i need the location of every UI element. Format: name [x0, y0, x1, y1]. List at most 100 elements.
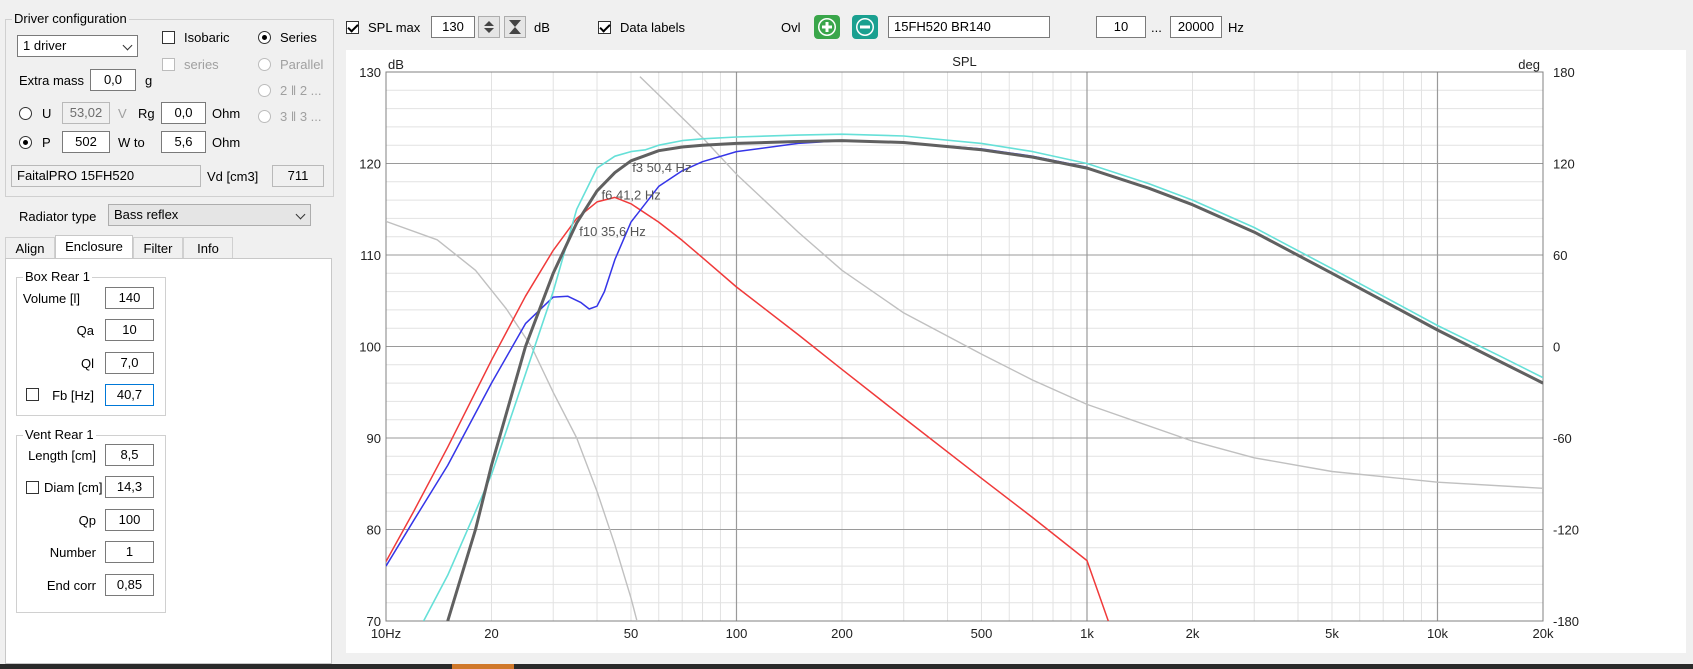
spl-max-checkbox[interactable]: [346, 21, 359, 34]
y-tick-label: 70: [367, 614, 381, 629]
vent-length-input[interactable]: 8,5: [105, 444, 154, 466]
freq-min-input[interactable]: 10: [1096, 16, 1146, 38]
x-tick-label: 2k: [1186, 626, 1200, 641]
option-3-radio[interactable]: [258, 110, 271, 123]
number-label: Number: [49, 545, 96, 560]
overlay-label: Ovl: [781, 20, 801, 35]
x-tick-label: 200: [831, 626, 853, 641]
x-tick-label: 5k: [1325, 626, 1339, 641]
qp-label: Qp: [78, 513, 96, 528]
fb-label: Fb [Hz]: [52, 388, 94, 403]
add-overlay-button[interactable]: [814, 15, 840, 39]
check-icon: [599, 21, 611, 33]
tab-align[interactable]: Align: [5, 237, 55, 259]
data-label: f6 41,2 Hz: [602, 188, 661, 203]
p-input[interactable]: 502: [62, 131, 110, 153]
chevron-down-icon: [295, 209, 306, 220]
y-tick-label: 80: [367, 523, 381, 538]
rg-input[interactable]: 0,0: [161, 102, 206, 124]
x-tick-label: 20k: [1533, 626, 1554, 641]
diam-checkbox[interactable]: [26, 481, 39, 494]
qp-input[interactable]: 100: [105, 509, 154, 531]
p-radio[interactable]: [19, 136, 32, 149]
tab-enclosure[interactable]: Enclosure: [55, 235, 133, 259]
volume-input[interactable]: 140: [105, 287, 154, 309]
ql-label: Ql: [81, 356, 94, 371]
driver-count-value: 1 driver: [23, 38, 67, 53]
tab-filter[interactable]: Filter: [133, 237, 183, 259]
parallel-label: Parallel: [280, 57, 324, 72]
u-input[interactable]: 53,02: [62, 102, 110, 124]
u-radio[interactable]: [19, 107, 32, 120]
y2-tick-label: 180: [1553, 65, 1575, 80]
bottom-strip-accent: [452, 664, 514, 669]
p-label: P: [42, 135, 51, 150]
y2-tick-label: -60: [1553, 431, 1572, 446]
w-to-input[interactable]: 5,6: [161, 131, 206, 153]
vent-diam-input[interactable]: 14,3: [105, 476, 154, 498]
series-sub-checkbox[interactable]: [162, 58, 175, 71]
extra-mass-label: Extra mass: [19, 73, 85, 88]
spl-unit: dB: [534, 20, 550, 35]
end-corr-input[interactable]: 0,85: [105, 574, 154, 596]
w-to-label: W to: [118, 135, 145, 150]
parallel-radio[interactable]: [258, 58, 271, 71]
qa-input[interactable]: 10: [105, 319, 154, 341]
data-labels-checkbox[interactable]: [598, 21, 611, 34]
driver-count-select[interactable]: 1 driver: [17, 35, 138, 57]
plus-icon: [818, 18, 836, 36]
minus-icon: [856, 18, 874, 36]
ql-input[interactable]: 7,0: [105, 352, 154, 374]
x-tick-label: 100: [726, 626, 748, 641]
spl-chart[interactable]: 10Hz 20 50 100 200 500 1k 2k 5k 10k 20k70809010011…: [346, 50, 1686, 653]
u-unit: V: [118, 106, 127, 121]
series-radio[interactable]: [258, 31, 271, 44]
overlay-name-input[interactable]: 15FH520 BR140: [888, 16, 1050, 38]
x-tick-label: 500: [971, 626, 993, 641]
extra-mass-input[interactable]: 0,0: [90, 69, 136, 91]
option-2-radio[interactable]: [258, 84, 271, 97]
spl-spinner-button[interactable]: [478, 16, 500, 38]
radiator-type-select[interactable]: Bass reflex: [108, 204, 311, 226]
y-tick-label: 100: [359, 340, 381, 355]
freq-unit: Hz: [1228, 20, 1244, 35]
radiator-type-label: Radiator type: [19, 209, 97, 224]
y2-tick-label: -180: [1553, 614, 1579, 629]
vent-rear-title: Vent Rear 1: [23, 427, 96, 442]
driver-name-field[interactable]: FaitalPRO 15FH520: [11, 165, 201, 187]
option-2-label: 2 ‖ 2 ...: [280, 83, 322, 98]
radio-selected-dot: [23, 140, 28, 145]
vent-diam-label: Diam [cm]: [44, 480, 103, 495]
x-tick-label: 20: [484, 626, 498, 641]
u-label: U: [42, 106, 52, 121]
up-down-arrows-icon: [484, 21, 494, 33]
radiator-type-value: Bass reflex: [114, 207, 179, 222]
tab-info[interactable]: Info: [183, 237, 233, 259]
freq-max-input[interactable]: 20000: [1170, 16, 1222, 38]
rg-label: Rg: [138, 106, 155, 121]
x-tick-label: 1k: [1080, 626, 1094, 641]
fb-checkbox[interactable]: [26, 388, 39, 401]
spl-auto-button[interactable]: [504, 16, 526, 38]
chart-background: [346, 50, 1686, 653]
y-axis-unit: dB: [388, 57, 404, 72]
x-tick-label: 50: [624, 626, 638, 641]
spl-max-input[interactable]: 130: [431, 16, 475, 38]
radio-selected-dot: [262, 35, 267, 40]
w-to-unit: Ohm: [212, 135, 241, 150]
y2-axis-unit: deg: [1518, 57, 1540, 72]
hourglass-icon: [509, 20, 521, 34]
remove-overlay-button[interactable]: [852, 15, 878, 39]
fb-input[interactable]: 40,7: [105, 384, 154, 406]
x-tick-label: 10k: [1427, 626, 1448, 641]
bottom-strip: [0, 664, 1693, 669]
isobaric-checkbox[interactable]: [162, 31, 175, 44]
number-input[interactable]: 1: [105, 541, 154, 563]
data-labels-label: Data labels: [620, 20, 686, 35]
data-label: f10 35,6 Hz: [579, 224, 646, 239]
y-tick-label: 120: [359, 157, 381, 172]
chevron-down-icon: [122, 40, 133, 51]
volume-label: Volume [l]: [22, 291, 80, 306]
vd-field[interactable]: 711: [272, 165, 324, 187]
rg-unit: Ohm: [212, 106, 241, 121]
